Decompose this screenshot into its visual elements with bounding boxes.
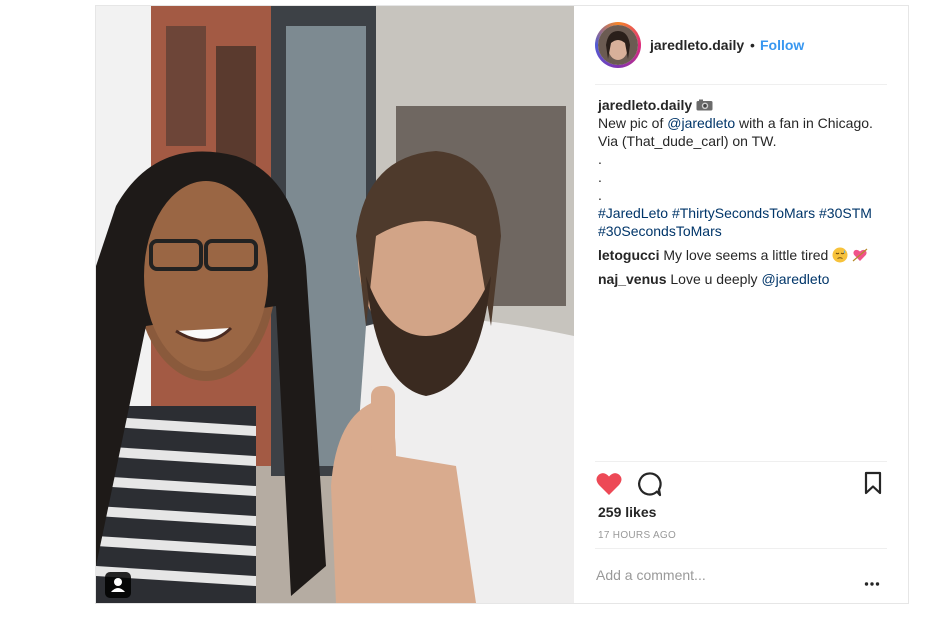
follow-button[interactable]: Follow [760,37,804,53]
comment-text: Love u deeply [670,271,762,287]
divider [595,84,887,85]
hashtag[interactable]: #30STM [819,205,872,221]
heart-icon[interactable] [595,471,623,497]
heart-arrow-emoji [852,248,868,262]
caption-dot: . [598,151,602,167]
more-options-icon[interactable] [864,574,880,586]
separator-dot: • [750,37,755,53]
caption-mention[interactable]: @jaredleto [667,115,735,131]
like-count[interactable]: 259 likes [598,504,656,520]
user-tag-glyph [111,578,125,592]
post-header: jaredleto.daily • Follow [574,6,908,84]
post-photo[interactable] [96,6,574,603]
user-tag-icon[interactable] [105,572,131,598]
hashtag[interactable]: #30SecondsToMars [598,223,722,239]
hashtag[interactable]: #JaredLeto [598,205,668,221]
comment: letogucci My love seems a little tired [598,246,898,264]
hashtag[interactable]: #ThirtySecondsToMars [672,205,815,221]
caption-dot: . [598,169,602,185]
caption-dot: . [598,187,602,203]
divider [595,461,887,462]
comment-text: My love seems a little tired [663,247,829,263]
comment-glyph [638,472,662,497]
caption-text: Via (That_dude_carl) on TW. [598,133,777,149]
comment-username[interactable]: letogucci [598,247,659,263]
avatar-image [598,25,638,65]
post-sidebar: jaredleto.daily • Follow jaredleto.daily… [574,6,908,603]
bookmark-glyph [864,471,882,495]
story-ring[interactable] [595,22,641,68]
avatar[interactable] [598,25,638,65]
comment-icon[interactable] [636,471,662,497]
bookmark-icon[interactable] [863,471,883,495]
caption-username[interactable]: jaredleto.daily [598,97,692,113]
caption-text: with a fan in Chicago. [735,115,873,131]
comment-input[interactable] [596,564,846,586]
heart-glyph [596,473,622,495]
more-options-glyph [864,582,880,586]
divider [595,548,887,549]
comments-section: jaredleto.daily New pic of @jaredleto wi… [598,96,898,288]
header-username[interactable]: jaredleto.daily [650,37,744,53]
caption-text: New pic of [598,115,668,131]
camera-emoji [696,99,713,111]
caption: jaredleto.daily New pic of @jaredleto wi… [598,96,898,240]
comment: naj_venus Love u deeply @jaredleto [598,270,898,288]
downcast-face-emoji [832,247,848,263]
comment-username[interactable]: naj_venus [598,271,666,287]
post-timestamp[interactable]: 17 HOURS AGO [598,530,676,541]
comment-mention[interactable]: @jaredleto [761,271,829,287]
photo-illustration [96,6,574,603]
instagram-post: jaredleto.daily • Follow jaredleto.daily… [95,5,909,604]
